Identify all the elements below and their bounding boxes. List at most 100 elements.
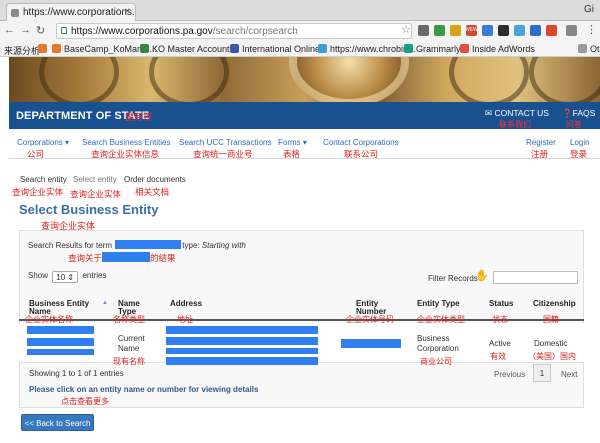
nav-contact-annotation: 联系公司: [344, 150, 379, 160]
bookmark-icon: [460, 44, 469, 53]
bookmarks-bar: 来源分析 BaseCamp_KoMarke... KO Master Accou…: [0, 41, 600, 57]
address-bar[interactable]: https://www.corporations.pa.gov/search/c…: [56, 23, 412, 39]
redacted-entity-name[interactable]: [27, 338, 94, 346]
breadcrumb-select-entity: Select entity: [73, 175, 117, 184]
filter-icon[interactable]: ✋: [475, 269, 489, 283]
back-arrow-icon[interactable]: ←: [4, 24, 15, 36]
department-header: DEPARTMENT OF STATE 国务院 ✉ CONTACT US 联系我…: [9, 102, 600, 129]
search-results-heading: Search Results for term type: Starting w…: [28, 240, 246, 250]
url-host: https://www.corporations.pa.gov: [71, 26, 213, 37]
redacted-address: [166, 357, 318, 365]
redacted-entity-name[interactable]: [27, 326, 94, 334]
nav-contact-corporations[interactable]: Contact Corporations: [323, 138, 399, 147]
bookmark-item[interactable]: [38, 44, 50, 54]
bookmark-icon: [52, 44, 61, 53]
bookmark-item[interactable]: International Online...: [230, 44, 328, 54]
browser-tab-strip: https://www.corporations.pa.g × Gi: [0, 0, 600, 21]
column-status[interactable]: Status: [489, 300, 513, 308]
redacted-address: [166, 337, 318, 345]
sort-ascending-icon[interactable]: ▲: [102, 300, 108, 306]
chevron-down-icon: ▾: [302, 138, 307, 147]
page-favicon-icon: [11, 9, 19, 17]
details-hint: Please click on an entity name or number…: [29, 385, 259, 394]
bookmark-item[interactable]: KO Master Account...: [140, 44, 237, 54]
previous-page-button[interactable]: Previous: [494, 370, 525, 379]
reload-icon[interactable]: ↻: [36, 24, 45, 37]
extension-icon[interactable]: [450, 25, 461, 36]
redacted-term: [115, 240, 182, 249]
tab-title: https://www.corporations.pa.g: [23, 7, 135, 18]
extension-new-icon[interactable]: NEW: [466, 25, 478, 36]
cell-citizenship: Domestic: [534, 339, 568, 348]
nav-search-business-annotation: 查询企业实体信息: [91, 150, 160, 160]
nav-corporations-annotation: 公司: [27, 150, 45, 160]
nav-login[interactable]: Login: [570, 138, 590, 147]
chevron-down-icon: ▾: [65, 138, 70, 147]
bookmark-item[interactable]: Inside AdWords: [460, 44, 535, 54]
cell-status-annotation: 有效: [490, 352, 506, 361]
breadcrumb-annotation: 查询企业实体: [70, 190, 122, 200]
bookmark-icon: [140, 44, 149, 53]
extension-icon[interactable]: [514, 25, 525, 36]
bookmark-star-icon[interactable]: ☆: [401, 23, 411, 36]
nav-corporations[interactable]: Corporations ▾: [17, 138, 69, 147]
search-results-annotation: 查询关于 的结果: [68, 252, 176, 264]
bookmark-item[interactable]: 来源分析: [4, 44, 40, 57]
menu-icon[interactable]: ⋮: [586, 23, 597, 36]
filter-records-label: Filter Records: [428, 274, 478, 283]
nav-search-ucc-annotation: 查询统一商业号: [193, 150, 253, 160]
extension-icon[interactable]: [546, 25, 557, 36]
cell-citizenship-annotation: （美国）国内: [528, 352, 576, 361]
bookmark-icon: [38, 44, 47, 53]
cell-name-type-annotation: 现有名称: [113, 357, 145, 366]
extension-icon[interactable]: [482, 25, 493, 36]
column-citizenship[interactable]: Citizenship: [533, 300, 576, 308]
close-tab-icon[interactable]: ×: [124, 6, 130, 17]
extension-icon[interactable]: [566, 25, 577, 36]
bookmark-item[interactable]: Grammarly: [404, 44, 461, 54]
bookmark-item[interactable]: https://www.chrobin...: [318, 44, 416, 54]
nav-search-ucc[interactable]: Search UCC Transactions: [179, 138, 271, 147]
page-title: Select Business Entity: [19, 202, 159, 217]
cell-name-type: Current Name: [118, 334, 145, 353]
cell-status: Active: [489, 339, 511, 348]
extension-icon[interactable]: [434, 25, 445, 36]
breadcrumb-annotation: 查询企业实体: [12, 188, 64, 198]
bookmark-icon: [404, 44, 413, 53]
bookmark-item[interactable]: Oth: [578, 44, 600, 54]
redacted-address: [166, 326, 318, 334]
contact-us-link[interactable]: ✉ CONTACT US: [485, 108, 549, 119]
current-page-button[interactable]: 1: [533, 364, 551, 382]
folder-icon: [578, 44, 587, 53]
column-address[interactable]: Address: [170, 300, 202, 308]
lock-icon: [61, 27, 67, 34]
browser-tab[interactable]: https://www.corporations.pa.g ×: [6, 3, 136, 21]
breadcrumb-search-entity[interactable]: Search entity: [20, 175, 67, 184]
breadcrumb-annotation: 相关文档: [135, 188, 170, 198]
page-length-control: Show 10 ⇕ entries: [28, 271, 107, 283]
faqs-link[interactable]: ❓FAQS: [562, 108, 595, 119]
extension-icon[interactable]: [498, 25, 509, 36]
department-title-annotation: 国务院: [125, 112, 153, 122]
extension-icon[interactable]: [418, 25, 429, 36]
bookmark-icon: [318, 44, 327, 53]
redacted-address: [166, 348, 318, 354]
column-entity-type[interactable]: Entity Type: [417, 300, 460, 308]
profile-name[interactable]: Gi: [584, 4, 594, 15]
url-path: /search/corpsearch: [212, 26, 298, 37]
extension-icon[interactable]: [530, 25, 541, 36]
capitol-dome-banner: [9, 57, 600, 102]
breadcrumb-order-documents: Order documents: [124, 175, 186, 184]
redacted-entity-number[interactable]: [341, 339, 401, 348]
nav-register[interactable]: Register: [526, 138, 556, 147]
page-length-select[interactable]: 10 ⇕: [52, 271, 79, 283]
back-to-search-button[interactable]: << Back to Search: [21, 414, 94, 431]
nav-search-business-entities[interactable]: Search Business Entities: [82, 138, 171, 147]
nav-forms[interactable]: Forms ▾: [278, 138, 307, 147]
cell-entity-type-annotation: 商业公司: [420, 357, 452, 366]
next-page-button[interactable]: Next: [561, 370, 577, 379]
redacted-entity-name[interactable]: [27, 349, 94, 355]
nav-register-annotation: 注册: [531, 150, 549, 160]
filter-records-input[interactable]: [493, 271, 578, 284]
forward-arrow-icon[interactable]: →: [20, 24, 31, 36]
